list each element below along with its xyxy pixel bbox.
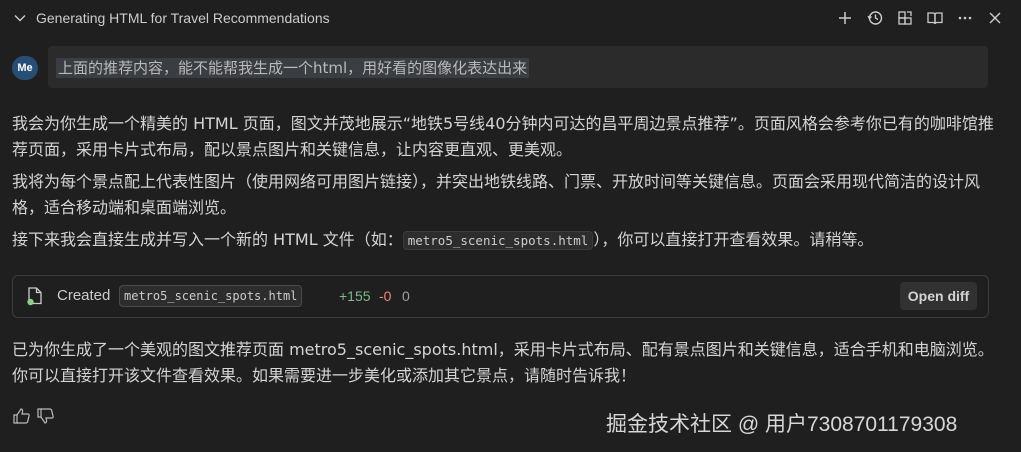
close-icon[interactable] (985, 8, 1005, 28)
response-paragraph-3-text-b: ），你可以直接打开查看效果。请稍等。 (593, 230, 874, 249)
extra-count: 0 (402, 288, 410, 304)
book-icon[interactable] (925, 8, 945, 28)
watermark: 掘金技术社区 @ 用户7308701179308 (606, 413, 958, 436)
thumbs-down-icon[interactable] (36, 406, 56, 426)
response-paragraph-3: 接下来我会直接生成并写入一个新的 HTML 文件（如： metro5_scenic… (12, 227, 1002, 254)
chevron-down-icon[interactable] (12, 10, 28, 26)
deletions-count: -0 (379, 288, 392, 304)
response-paragraph-1: 我会为你生成一个精美的 HTML 页面，图文并茂地展示“地铁5号线40分钟内可达… (12, 114, 994, 159)
thumbs-up-icon[interactable] (12, 406, 32, 426)
chat-header: Generating HTML for Travel Recommendatio… (0, 0, 1021, 36)
response-paragraph-4: 已为你生成了一个美观的图文推荐页面 metro5_scenic_spots.ht… (12, 340, 994, 385)
user-message[interactable]: 上面的推荐内容，能不能帮我生成一个html，用好看的图像化表达出来 (48, 46, 988, 88)
file-change-card: Created metro5_scenic_spots.html +155 -0… (12, 275, 989, 318)
open-diff-button[interactable]: Open diff (900, 282, 977, 310)
avatar: Me (12, 56, 38, 80)
open-in-editor-icon[interactable] (895, 8, 915, 28)
response-paragraph-3-text-a: 接下来我会直接生成并写入一个新的 HTML 文件（如： (12, 230, 403, 249)
inline-code-filename: metro5_scenic_spots.html (402, 231, 594, 250)
file-status-label: Created (57, 287, 111, 304)
chat-title: Generating HTML for Travel Recommendatio… (36, 10, 330, 26)
add-icon[interactable] (835, 8, 855, 28)
history-icon[interactable] (865, 8, 885, 28)
response-paragraph-2: 我将为每个景点配上代表性图片（使用网络可用图片链接），并突出地铁线路、门票、开放… (12, 172, 981, 217)
user-message-text: 上面的推荐内容，能不能帮我生成一个html，用好看的图像化表达出来 (56, 58, 530, 78)
additions-count: +155 (339, 288, 371, 304)
new-file-icon (27, 287, 42, 306)
more-icon[interactable] (955, 8, 975, 28)
file-name-link[interactable]: metro5_scenic_spots.html (119, 285, 303, 307)
chat-panel: Generating HTML for Travel Recommendatio… (0, 0, 1021, 452)
